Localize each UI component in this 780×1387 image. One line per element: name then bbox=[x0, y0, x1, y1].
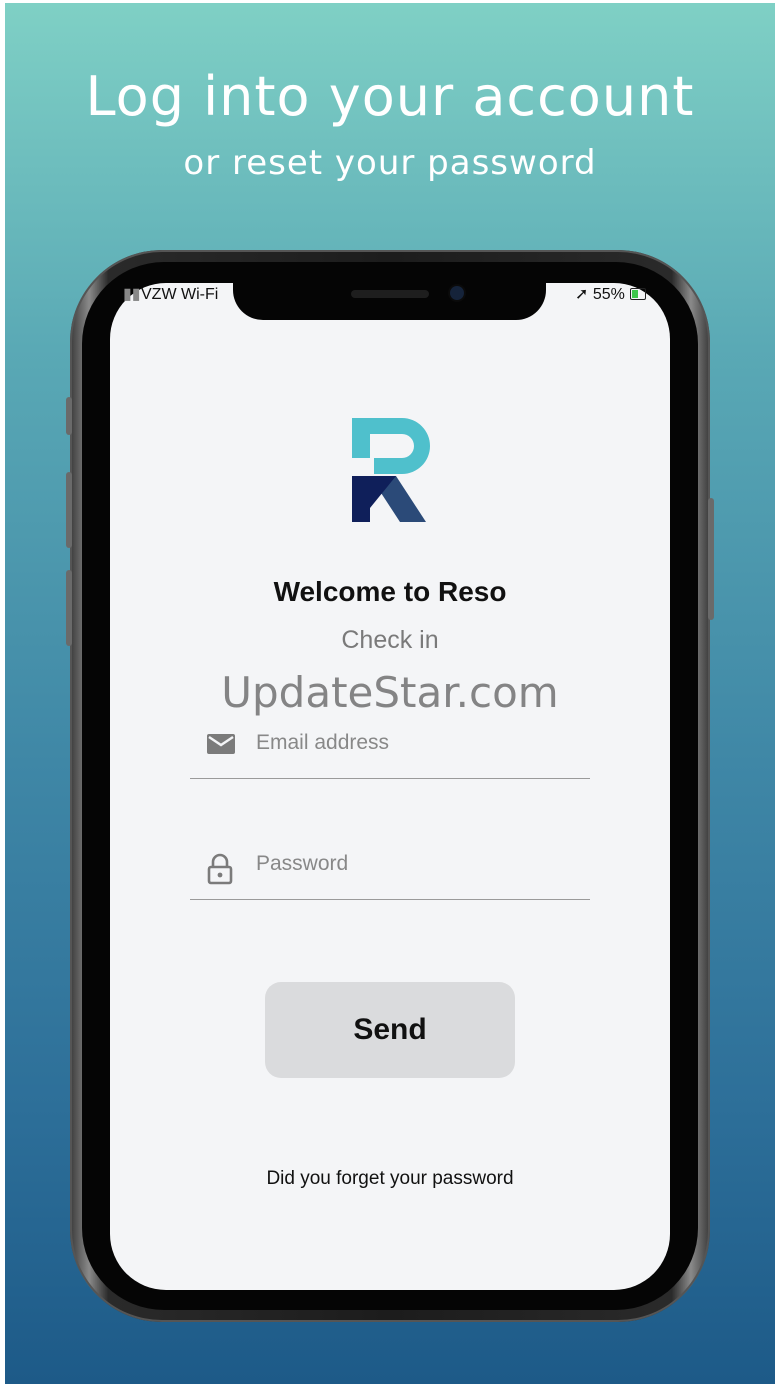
front-camera bbox=[450, 286, 464, 300]
email-field[interactable] bbox=[190, 718, 590, 779]
welcome-title: Welcome to Reso bbox=[273, 576, 507, 607]
volume-up-button bbox=[66, 472, 72, 548]
watermark: UpdateStar.com bbox=[221, 668, 559, 717]
email-input[interactable] bbox=[254, 726, 578, 760]
signal-icon: ▮▮ bbox=[123, 286, 141, 303]
password-input[interactable] bbox=[254, 847, 578, 881]
checkin-subtitle: Check in bbox=[341, 626, 439, 654]
promo-headline: Log into your account bbox=[85, 65, 695, 128]
reso-logo-icon bbox=[352, 418, 430, 522]
status-carrier: ▮▮VZW Wi-Fi bbox=[123, 286, 219, 303]
power-button bbox=[708, 498, 714, 620]
promo-subline: or reset your password bbox=[183, 143, 597, 183]
password-field[interactable] bbox=[190, 839, 590, 900]
battery-percent: 55% bbox=[592, 286, 625, 303]
location-arrow-icon: ➚ bbox=[575, 286, 589, 303]
earpiece-speaker bbox=[351, 290, 429, 298]
volume-down-button bbox=[66, 570, 72, 646]
forgot-password-link[interactable]: Did you forget your password bbox=[110, 1168, 670, 1190]
battery-icon bbox=[630, 288, 646, 300]
lock-icon bbox=[207, 853, 233, 885]
send-button[interactable]: Send bbox=[265, 982, 515, 1078]
status-battery-area: ➚ 55% bbox=[575, 284, 625, 304]
mute-switch bbox=[66, 397, 72, 435]
mail-icon bbox=[207, 734, 235, 754]
